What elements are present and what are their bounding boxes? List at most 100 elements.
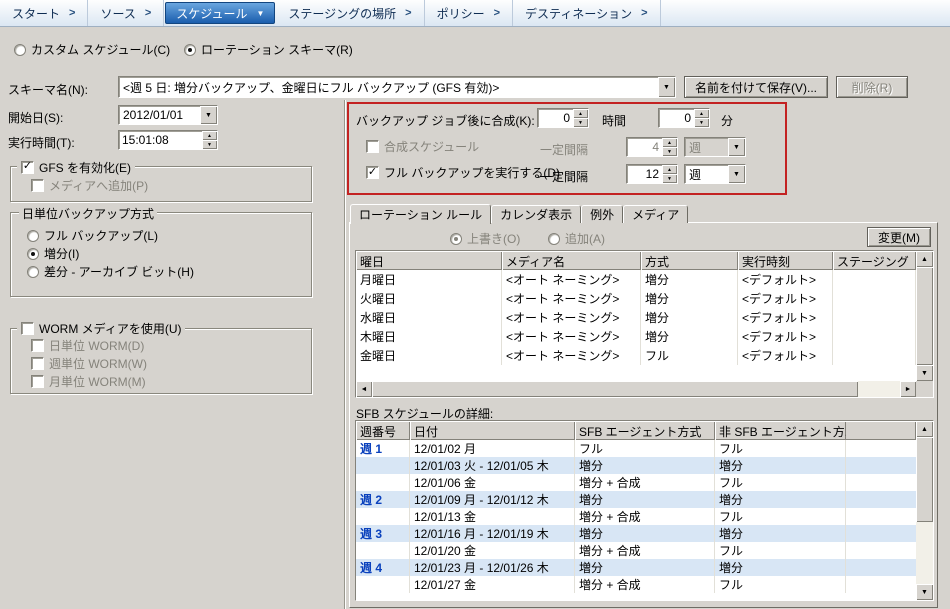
append-radio[interactable]: 追加(A): [548, 230, 605, 247]
scrollbar-thumb[interactable]: [916, 267, 933, 365]
overwrite-radio[interactable]: 上書き(O): [450, 230, 520, 247]
tab-rotation-rules[interactable]: ローテーション ルール: [350, 204, 491, 224]
header-cell[interactable]: 曜日: [356, 251, 502, 270]
table-row[interactable]: 12/01/06 金増分 + 合成フル: [356, 474, 916, 491]
dropdown-button[interactable]: ▼: [200, 106, 217, 124]
header-cell[interactable]: 方式: [641, 251, 738, 270]
spin-down-button[interactable]: ▼: [202, 140, 217, 149]
spin-down-button[interactable]: ▼: [662, 147, 677, 156]
consolidate-minutes-spinner[interactable]: 0 ▲ ▼: [658, 108, 710, 128]
full-backup-exec-checkbox[interactable]: ✓ フル バックアップを実行する(D): [366, 164, 560, 181]
radio-icon: [27, 230, 39, 242]
table-row[interactable]: 金曜日<オート ネーミング>フル<デフォルト>: [356, 346, 916, 365]
spin-up-button[interactable]: ▲: [662, 138, 677, 147]
horizontal-scrollbar[interactable]: ◄ ►: [356, 381, 916, 397]
table-row[interactable]: 週 212/01/09 月 - 12/01/12 木増分増分: [356, 491, 916, 508]
incremental-radio[interactable]: 増分(I): [27, 245, 79, 262]
table-row[interactable]: 週 312/01/16 月 - 12/01/19 木増分増分: [356, 525, 916, 542]
tab-exceptions[interactable]: 例外: [581, 205, 623, 223]
spin-down-button[interactable]: ▼: [694, 118, 709, 127]
save-as-button[interactable]: 名前を付けて保存(V)...: [684, 76, 828, 98]
dropdown-button[interactable]: ▼: [728, 165, 745, 183]
wizard-tab-label: スタート: [12, 5, 60, 22]
vertical-scrollbar[interactable]: ▲ ▼: [916, 421, 933, 600]
scrollbar-track[interactable]: [916, 267, 933, 365]
worm-weekly-checkbox[interactable]: 週単位 WORM(W): [31, 355, 147, 372]
scroll-down-button[interactable]: ▼: [916, 584, 933, 600]
chevron-down-icon: ▼: [256, 9, 264, 18]
tab-calendar-view[interactable]: カレンダ表示: [491, 205, 581, 223]
spin-up-button[interactable]: ▲: [694, 109, 709, 118]
scroll-down-button[interactable]: ▼: [916, 365, 933, 381]
tab-media[interactable]: メディア: [623, 205, 688, 223]
wizard-tab-start[interactable]: スタート >: [0, 0, 88, 26]
scroll-up-button[interactable]: ▲: [916, 251, 933, 267]
table-row[interactable]: 週 112/01/02 月フルフル: [356, 440, 916, 457]
table-cell: フル: [715, 542, 846, 559]
wizard-tab-policy[interactable]: ポリシー >: [425, 0, 513, 26]
synth-interval-spinner[interactable]: 4 ▲ ▼: [626, 137, 678, 157]
table-row[interactable]: 木曜日<オート ネーミング>増分<デフォルト>: [356, 327, 916, 346]
vertical-scrollbar[interactable]: ▲ ▼: [916, 251, 933, 381]
full-backup-radio[interactable]: フル バックアップ(L): [27, 227, 158, 244]
scrollbar-thumb[interactable]: [372, 381, 858, 397]
full-unit-dropdown[interactable]: 週 ▼: [684, 164, 746, 184]
synth-unit-dropdown[interactable]: 週 ▼: [684, 137, 746, 157]
differential-radio[interactable]: 差分 - アーカイブ ビット(H): [27, 263, 194, 280]
gfs-enable-checkbox[interactable]: ✓ GFS を有効化(E): [21, 159, 131, 176]
table-row[interactable]: 週 412/01/23 月 - 12/01/26 木増分増分: [356, 559, 916, 576]
spin-down-button[interactable]: ▼: [573, 118, 588, 127]
rotation-scheme-radio[interactable]: ローテーション スキーマ(R): [184, 41, 353, 58]
synth-schedule-checkbox[interactable]: 合成スケジュール: [366, 138, 479, 155]
scrollbar-track[interactable]: [916, 437, 933, 584]
full-interval-spinner[interactable]: 12 ▲ ▼: [626, 164, 678, 184]
header-cell[interactable]: 週番号: [356, 421, 410, 440]
wizard-tab-schedule[interactable]: スケジュール ▼: [165, 2, 275, 24]
scroll-left-button[interactable]: ◄: [356, 381, 372, 397]
table-row[interactable]: 12/01/27 金増分 + 合成フル: [356, 576, 916, 593]
consolidate-hours-spinner[interactable]: 0 ▲ ▼: [537, 108, 589, 128]
table-cell: 増分: [575, 491, 715, 508]
header-cell[interactable]: メディア名: [502, 251, 641, 270]
wizard-tab-staging-location[interactable]: ステージングの場所 >: [276, 0, 424, 26]
exec-time-spinner[interactable]: 15:01:08 ▲ ▼: [118, 130, 218, 150]
table-cell: 12/01/16 月 - 12/01/19 木: [410, 525, 575, 542]
spin-up-button[interactable]: ▲: [202, 131, 217, 140]
header-cell[interactable]: SFB エージェント方式: [575, 421, 715, 440]
start-date-picker[interactable]: 2012/01/01 ▼: [118, 105, 218, 125]
table-row[interactable]: 12/01/13 金増分 + 合成フル: [356, 508, 916, 525]
radio-icon: [450, 233, 462, 245]
spin-up-button[interactable]: ▲: [573, 109, 588, 118]
scrollbar-track[interactable]: [372, 381, 900, 397]
header-cell[interactable]: 非 SFB エージェント方...: [715, 421, 846, 440]
wizard-tab-source[interactable]: ソース >: [88, 0, 164, 26]
append-media-checkbox[interactable]: メディアへ追加(P): [31, 177, 148, 194]
header-cell[interactable]: ステージング: [833, 251, 916, 270]
scroll-up-button[interactable]: ▲: [916, 421, 933, 437]
table-row[interactable]: 火曜日<オート ネーミング>増分<デフォルト>: [356, 289, 916, 308]
worm-use-checkbox[interactable]: WORM メディアを使用(U): [21, 320, 181, 337]
change-button[interactable]: 変更(M): [867, 227, 931, 247]
spin-down-button[interactable]: ▼: [662, 174, 677, 183]
worm-daily-checkbox[interactable]: 日単位 WORM(D): [31, 337, 144, 354]
table-row[interactable]: 水曜日<オート ネーミング>増分<デフォルト>: [356, 308, 916, 327]
spin-up-button[interactable]: ▲: [662, 165, 677, 174]
header-cell[interactable]: 実行時刻: [738, 251, 833, 270]
interval-label: 一定間隔: [540, 141, 588, 158]
worm-monthly-checkbox[interactable]: 月単位 WORM(M): [31, 373, 146, 390]
table-row[interactable]: 12/01/20 金増分 + 合成フル: [356, 542, 916, 559]
custom-schedule-radio[interactable]: カスタム スケジュール(C): [14, 41, 170, 58]
table-row[interactable]: 12/01/03 火 - 12/01/05 木増分増分: [356, 457, 916, 474]
scroll-right-button[interactable]: ►: [900, 381, 916, 397]
append-label: 追加(A): [565, 230, 605, 247]
delete-button[interactable]: 削除(R): [836, 76, 908, 98]
wizard-tab-destination[interactable]: デスティネーション >: [513, 0, 660, 26]
dropdown-button[interactable]: ▼: [658, 77, 675, 97]
scheme-name-combobox[interactable]: <週 5 日: 増分バックアップ、金曜日にフル バックアップ (GFS 有効)>…: [118, 76, 676, 98]
header-cell[interactable]: 日付: [410, 421, 575, 440]
scrollbar-thumb[interactable]: [916, 437, 933, 522]
table-row[interactable]: 月曜日<オート ネーミング>増分<デフォルト>: [356, 270, 916, 289]
dropdown-button[interactable]: ▼: [728, 138, 745, 156]
table-cell: 12/01/06 金: [410, 474, 575, 491]
full-unit-value: 週: [685, 165, 728, 183]
